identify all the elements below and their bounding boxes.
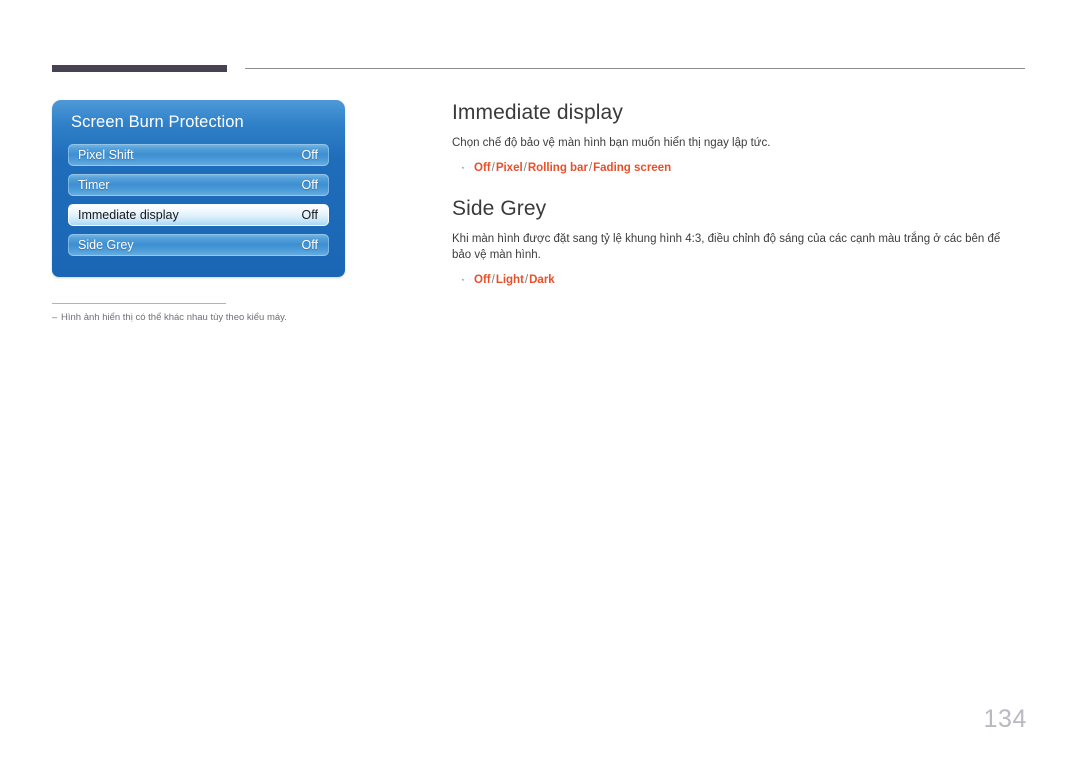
footnote-divider [52,303,226,304]
footnote-dash: – [52,312,58,323]
section-heading: Immediate display [452,101,623,124]
header-divider-line [245,68,1025,69]
option-value: Rolling bar [527,161,588,174]
section-options-line: · Off/Pixel/Rolling bar/Fading screen [452,160,1027,176]
osd-panel-title: Screen Burn Protection [71,113,244,131]
osd-row-label: Side Grey [78,238,134,252]
footnote: – Hình ảnh hiển thị có thể khác nhau tùy … [52,311,372,325]
osd-row-value: Off [301,148,318,162]
osd-row-label: Timer [78,178,110,192]
bullet-icon: · [461,161,465,174]
content-column: Immediate display Chọn chế độ bảo vệ màn … [452,100,1027,288]
osd-row-side-grey[interactable]: Side Grey Off [68,234,329,256]
osd-row-pixel-shift[interactable]: Pixel Shift Off [68,144,329,166]
osd-menu-list: Pixel Shift Off Timer Off Immediate display O… [68,144,329,264]
osd-row-immediate-display[interactable]: Immediate display Off [68,204,329,226]
bullet-icon: · [461,273,465,286]
osd-row-value: Off [301,178,318,192]
footnote-text: Hình ảnh hiển thị có thể khác nhau tùy t… [61,312,287,323]
option-value: Off [474,273,491,286]
page-number: 134 [983,705,1027,733]
osd-row-value: Off [301,208,318,222]
osd-row-label: Immediate display [78,208,179,222]
option-value: Off [474,161,491,174]
osd-menu-panel: Screen Burn Protection Pixel Shift Off Tim… [52,100,345,277]
option-value: Pixel [495,161,523,174]
osd-row-value: Off [301,238,318,252]
option-value: Dark [529,273,555,286]
section-options-line: · Off/Light/Dark [452,272,1027,288]
section-heading: Side Grey [452,196,547,220]
section-body-text: Chọn chế độ bảo vệ màn hình bạn muốn hiể… [452,137,771,149]
header-accent-bar [52,65,227,72]
osd-row-label: Pixel Shift [78,148,134,162]
section-body-text: Khi màn hình được đặt sang tỷ lệ khung h… [452,232,1001,262]
option-value: Fading screen [593,161,672,174]
option-value: Light [495,273,524,286]
osd-row-timer[interactable]: Timer Off [68,174,329,196]
